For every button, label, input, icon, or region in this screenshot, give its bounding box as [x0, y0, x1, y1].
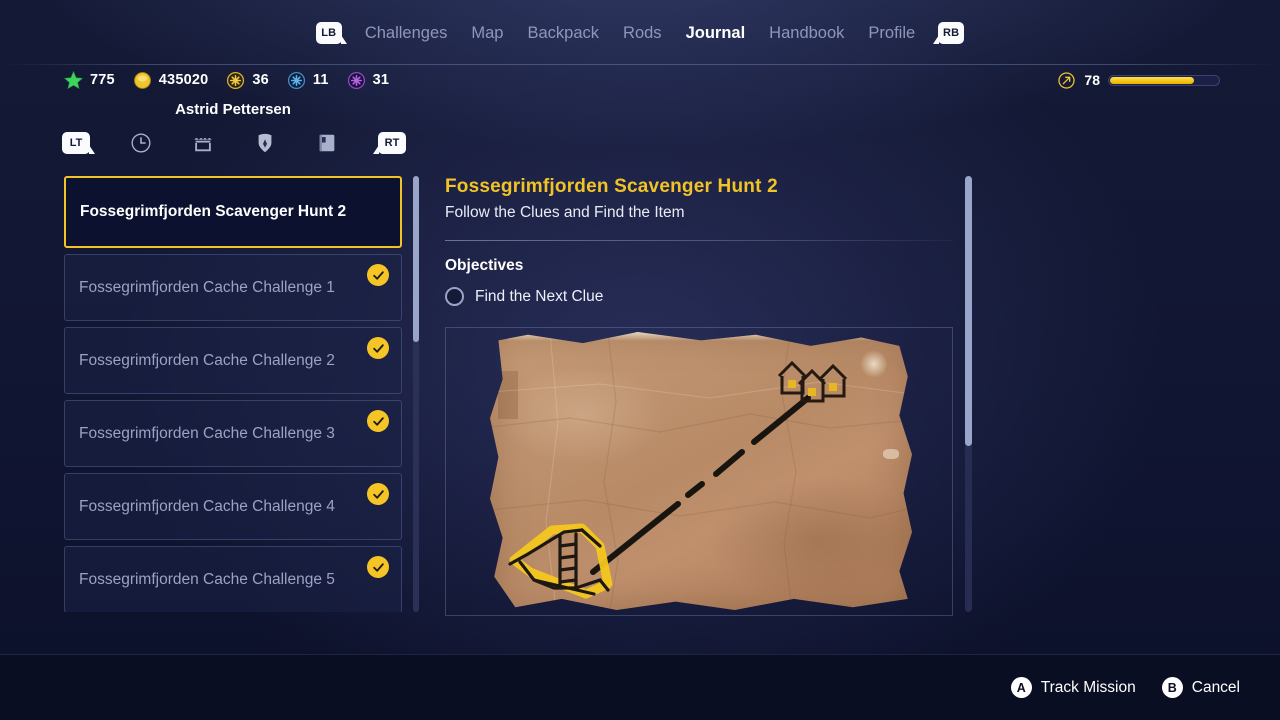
left-bumper-icon[interactable]: LB [315, 22, 347, 44]
currency-bar: 775 435020 36 11 31 78 [0, 66, 1280, 94]
mission-list-item-3[interactable]: Fossegrimfjorden Cache Challenge 3 [64, 400, 402, 467]
detail-divider [445, 240, 953, 241]
xp-progress-bar [1108, 74, 1220, 86]
objectives-header: Objectives [445, 257, 524, 274]
tab-challenges[interactable]: Challenges [364, 22, 449, 45]
mission-label: Fossegrimfjorden Cache Challenge 2 [79, 351, 335, 369]
mission-list-item-2[interactable]: Fossegrimfjorden Cache Challenge 2 [64, 327, 402, 394]
mission-detail-panel: Fossegrimfjorden Scavenger Hunt 2 Follow… [445, 176, 953, 616]
mission-label: Fossegrimfjorden Cache Challenge 4 [79, 497, 335, 515]
footer-action-bar: A Track Mission B Cancel [0, 654, 1280, 720]
objective-row-0: Find the Next Clue [445, 287, 953, 306]
game-menu-screen: LB Challenges Map Backpack Rods Journal … [0, 0, 1280, 720]
currency-gold-gem: 36 [226, 71, 269, 90]
tab-map[interactable]: Map [470, 22, 504, 45]
completed-check-icon [367, 337, 389, 359]
currency-purple-gem: 31 [347, 71, 390, 90]
shop-icon[interactable] [192, 132, 214, 154]
clue-image-frame [445, 327, 953, 616]
detail-title: Fossegrimfjorden Scavenger Hunt 2 [445, 176, 778, 197]
book-icon[interactable] [316, 132, 338, 154]
shield-icon[interactable] [254, 132, 276, 154]
gold-coin-icon [133, 71, 151, 89]
mission-list-item-4[interactable]: Fossegrimfjorden Cache Challenge 4 [64, 473, 402, 540]
tab-rods[interactable]: Rods [622, 22, 663, 45]
mission-list-item-0[interactable]: Fossegrimfjorden Scavenger Hunt 2 [64, 176, 402, 248]
tab-backpack[interactable]: Backpack [526, 22, 600, 45]
journal-category-row: LT RT [62, 126, 406, 160]
purple-gem-icon [347, 71, 365, 89]
left-trigger-icon[interactable]: LT [62, 132, 95, 154]
ramp-marker [508, 523, 613, 599]
purple-gem-value: 31 [372, 72, 390, 88]
a-button-icon: A [1010, 677, 1032, 698]
player-name: Astrid Pettersen [175, 101, 291, 118]
tab-journal[interactable]: Journal [685, 22, 747, 45]
xp-progress-fill [1110, 76, 1194, 84]
level-badge-icon [1058, 71, 1076, 89]
stars-value: 775 [90, 72, 115, 88]
gold-gem-value: 36 [252, 72, 269, 88]
completed-check-icon [367, 264, 389, 286]
mission-list[interactable]: Fossegrimfjorden Scavenger Hunt 2 Fosseg… [64, 176, 402, 612]
blue-gem-icon [287, 71, 305, 89]
xp-level-group: 78 [1057, 71, 1220, 90]
mission-label: Fossegrimfjorden Cache Challenge 1 [79, 278, 335, 296]
b-button-icon: B [1161, 677, 1183, 698]
nav-divider [0, 64, 1280, 65]
currency-stars: 775 [64, 70, 115, 90]
completed-check-icon [367, 556, 389, 578]
detail-subtitle: Follow the Clues and Find the Item [445, 204, 685, 221]
coins-value: 435020 [158, 72, 209, 88]
objective-status-icon [445, 287, 464, 306]
currency-coins: 435020 [133, 71, 209, 90]
level-value: 78 [1084, 72, 1100, 88]
objective-text: Find the Next Clue [475, 287, 604, 305]
completed-check-icon [367, 410, 389, 432]
parchment-top-edge [506, 332, 896, 341]
mission-label: Fossegrimfjorden Scavenger Hunt 2 [80, 203, 347, 220]
mission-list-scrollbar[interactable] [413, 176, 419, 612]
scrollbar-thumb[interactable] [413, 176, 419, 342]
houses-marker [777, 360, 848, 403]
currency-blue-gem: 11 [287, 71, 329, 90]
tab-profile[interactable]: Profile [867, 22, 916, 45]
clock-icon[interactable] [130, 132, 152, 154]
blue-gem-value: 11 [312, 72, 329, 88]
mission-list-item-5[interactable]: Fossegrimfjorden Cache Challenge 5 [64, 546, 402, 612]
mission-label: Fossegrimfjorden Cache Challenge 3 [79, 424, 335, 442]
right-trigger-icon[interactable]: RT [373, 132, 406, 154]
cancel-action[interactable]: B Cancel [1161, 677, 1240, 698]
mission-label: Fossegrimfjorden Cache Challenge 5 [79, 570, 335, 588]
map-drawing [490, 332, 912, 610]
right-bumper-icon[interactable]: RB [933, 22, 965, 44]
tab-handbook[interactable]: Handbook [768, 22, 845, 45]
treasure-map-parchment [490, 332, 912, 610]
cancel-label: Cancel [1191, 678, 1240, 696]
track-mission-label: Track Mission [1040, 678, 1136, 696]
green-star-icon [64, 70, 83, 89]
scrollbar-thumb[interactable] [965, 176, 972, 447]
top-navigation-bar: LB Challenges Map Backpack Rods Journal … [0, 0, 1280, 66]
track-mission-action[interactable]: A Track Mission [1010, 677, 1136, 698]
mission-list-item-1[interactable]: Fossegrimfjorden Cache Challenge 1 [64, 254, 402, 321]
gold-gem-icon [227, 71, 245, 89]
completed-check-icon [367, 483, 389, 505]
detail-panel-scrollbar[interactable] [965, 176, 972, 612]
